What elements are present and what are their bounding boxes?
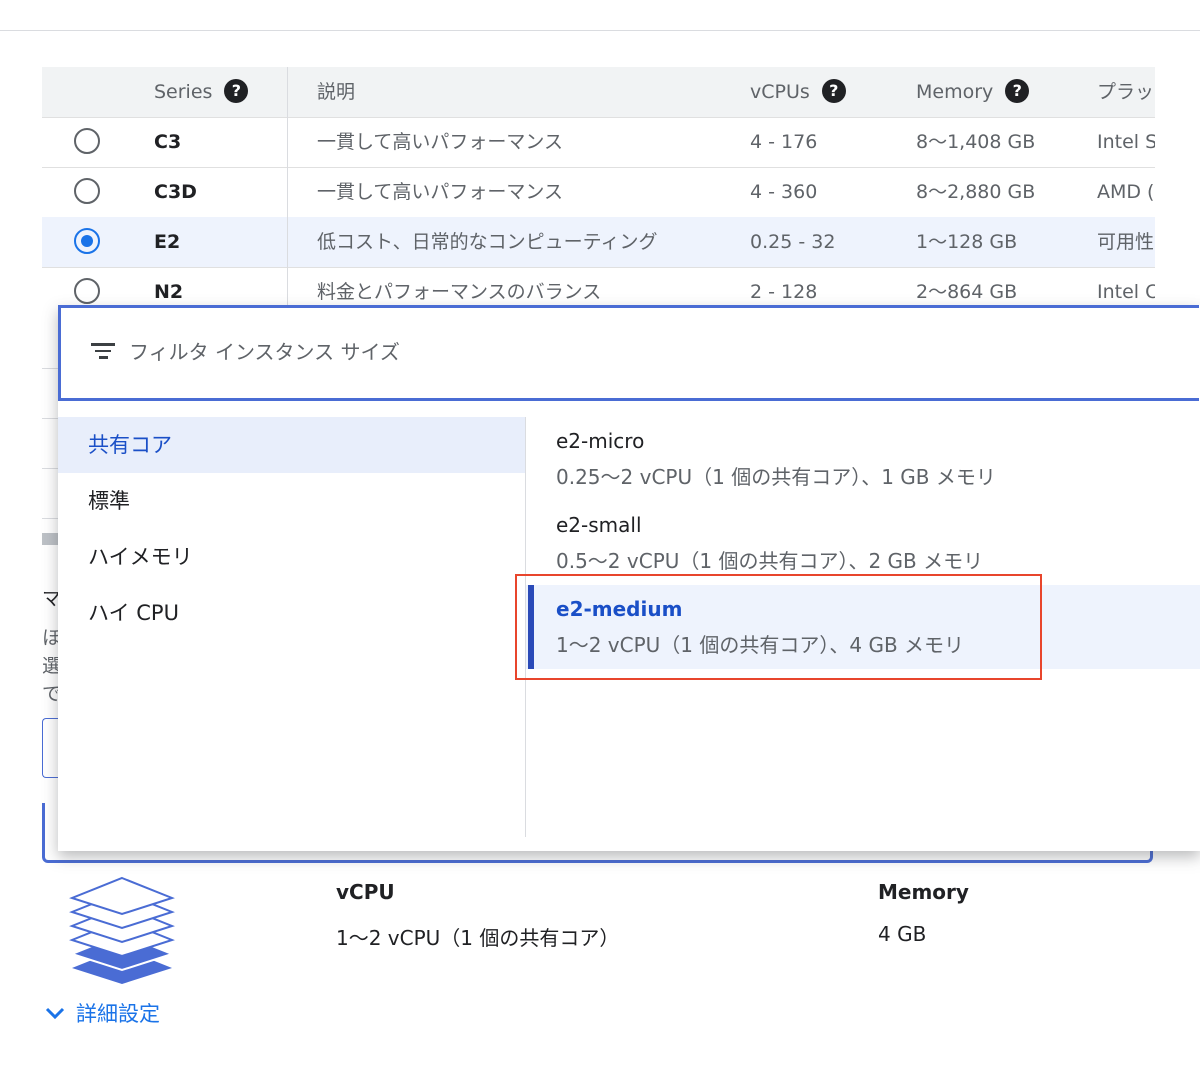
- vcpu-value: 1〜2 vCPU（1 個の共有コア）: [336, 926, 620, 950]
- filter-bar[interactable]: フィルタ インスタンス サイズ: [58, 305, 1199, 401]
- series-name: N2: [154, 281, 184, 303]
- filter-icon: [91, 343, 115, 363]
- series-vcpus: 2 - 128: [750, 281, 818, 303]
- table-row[interactable]: C3 一貫して高いパフォーマンス 4 - 176 8〜1,408 GB Inte…: [42, 117, 1155, 168]
- series-description: 一貫して高いパフォーマンス: [317, 181, 564, 203]
- series-vcpus: 0.25 - 32: [750, 231, 836, 253]
- help-icon[interactable]: ?: [1005, 78, 1030, 103]
- series-description: 低コスト、日常的なコンピューティング: [317, 231, 658, 253]
- option-description: 0.25〜2 vCPU（1 個の共有コア）、1 GB メモリ: [556, 465, 996, 489]
- category-high-cpu[interactable]: ハイ CPU: [58, 585, 526, 641]
- option-e2-micro[interactable]: e2-micro 0.25〜2 vCPU（1 個の共有コア）、1 GB メモリ: [526, 417, 1200, 501]
- header-vcpus: vCPUs?: [750, 67, 900, 117]
- header-description: 説明: [317, 81, 356, 103]
- radio-button[interactable]: [74, 178, 100, 204]
- option-name: e2-micro: [556, 429, 645, 453]
- series-platform: Intel C: [1097, 281, 1155, 303]
- table-row[interactable]: C3D 一貫して高いパフォーマンス 4 - 360 8〜2,880 GB AMD…: [42, 167, 1155, 218]
- filter-input[interactable]: フィルタ インスタンス サイズ: [129, 336, 400, 365]
- header-memory: Memory?: [916, 67, 1086, 117]
- table-row-selected[interactable]: E2 低コスト、日常的なコンピューティング 0.25 - 32 1〜128 GB…: [42, 217, 1155, 268]
- series-memory: 1〜128 GB: [916, 231, 1018, 253]
- layers-icon: [69, 876, 175, 984]
- series-description: 一貫して高いパフォーマンス: [317, 131, 564, 153]
- advanced-settings-label: 詳細設定: [76, 1002, 160, 1026]
- category-standard[interactable]: 標準: [58, 473, 526, 529]
- category-high-memory[interactable]: ハイメモリ: [58, 529, 526, 585]
- clipped-text-above: [40, 18, 800, 30]
- series-name: C3D: [154, 181, 197, 203]
- series-platform: Intel S: [1097, 131, 1155, 153]
- table-row[interactable]: N2 料金とパフォーマンスのバランス 2 - 128 2〜864 GB Inte…: [42, 267, 1155, 307]
- annotation-highlight-box: [515, 574, 1042, 680]
- option-e2-small[interactable]: e2-small 0.5〜2 vCPU（1 個の共有コア）、2 GB メモリ: [526, 501, 1200, 585]
- option-name: e2-small: [556, 513, 642, 537]
- series-memory: 8〜1,408 GB: [916, 131, 1036, 153]
- help-icon[interactable]: ?: [224, 78, 249, 103]
- memory-label: Memory: [878, 880, 969, 904]
- series-table: Series? 説明 vCPUs? Memory? プラッ C3 一貫して高いパ…: [42, 67, 1155, 307]
- series-vcpus: 4 - 360: [750, 181, 818, 203]
- top-divider: [0, 30, 1200, 31]
- series-memory: 2〜864 GB: [916, 281, 1018, 303]
- radio-button[interactable]: [74, 278, 100, 304]
- help-icon[interactable]: ?: [821, 78, 846, 103]
- radio-button[interactable]: [74, 128, 100, 154]
- series-platform: AMD (: [1097, 181, 1155, 203]
- series-vcpus: 4 - 176: [750, 131, 818, 153]
- memory-value: 4 GB: [878, 922, 927, 946]
- series-name: E2: [154, 231, 181, 253]
- header-platform: プラッ: [1097, 81, 1155, 103]
- series-platform: 可用性: [1097, 231, 1155, 253]
- header-series: Series?: [154, 67, 274, 117]
- advanced-settings-toggle[interactable]: 詳細設定: [44, 998, 160, 1028]
- category-shared-core[interactable]: 共有コア: [58, 417, 526, 473]
- category-list: 共有コア 標準 ハイメモリ ハイ CPU: [58, 417, 526, 641]
- scrollbar-fragment: [42, 533, 58, 545]
- input-fragment: [42, 718, 58, 778]
- table-header: Series? 説明 vCPUs? Memory? プラッ: [42, 67, 1155, 118]
- column-divider: [287, 67, 288, 307]
- chevron-down-icon: [45, 1007, 65, 1020]
- option-description: 0.5〜2 vCPU（1 個の共有コア）、2 GB メモリ: [556, 549, 984, 573]
- series-name: C3: [154, 131, 182, 153]
- series-description: 料金とパフォーマンスのバランス: [317, 281, 602, 303]
- radio-button-selected[interactable]: [74, 228, 100, 254]
- series-memory: 8〜2,880 GB: [916, 181, 1036, 203]
- vcpu-label: vCPU: [336, 880, 395, 904]
